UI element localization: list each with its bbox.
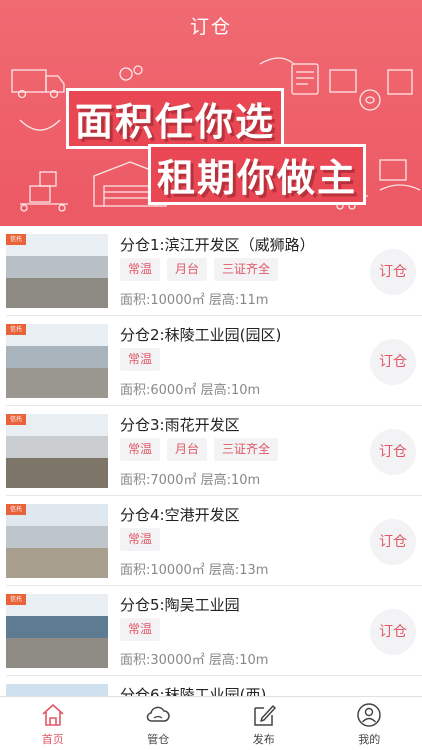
tab-publish[interactable]: 发布	[211, 697, 317, 750]
book-warehouse-button[interactable]: 订仓	[370, 519, 416, 565]
tag-badge: 常温	[120, 348, 161, 371]
tab-label: 首页	[41, 733, 64, 746]
tag-badge: 常温	[120, 258, 161, 281]
warehouse-item[interactable]: 信托 分仓4:空港开发区 常温 面积:10000㎡ 层高:13m 订仓	[6, 496, 422, 586]
bottom-tab-bar: 首页 管仓 发布 我的	[0, 696, 422, 750]
home-icon	[42, 704, 64, 726]
banner-slogan-line1: 面积任你选	[66, 88, 285, 149]
warehouse-item[interactable]: 信托 分仓5:陶吴工业园 常温 面积:30000㎡ 层高:10m 订仓	[6, 586, 422, 676]
user-icon	[357, 703, 381, 727]
photo-tag: 信托	[6, 504, 26, 515]
warehouse-photo: 信托	[6, 234, 108, 308]
book-warehouse-button[interactable]: 订仓	[370, 609, 416, 655]
tag-list: 常温	[120, 348, 161, 371]
tag-badge: 月台	[167, 438, 208, 461]
tag-badge: 三证齐全	[214, 438, 279, 461]
book-warehouse-button[interactable]: 订仓	[370, 429, 416, 475]
banner-slogan-line2: 租期你做主	[148, 144, 367, 205]
warehouse-spec: 面积:6000㎡ 层高:10m	[120, 383, 261, 398]
warehouse-photo	[6, 684, 108, 696]
warehouse-name: 分仓4:空港开发区	[120, 506, 240, 524]
tab-label: 发布	[252, 733, 275, 746]
warehouse-spec: 面积:10000㎡ 层高:11m	[120, 293, 269, 308]
photo-tag: 信托	[6, 324, 26, 335]
tag-badge: 月台	[167, 258, 208, 281]
tab-home[interactable]: 首页	[0, 697, 106, 750]
tag-badge: 常温	[120, 618, 161, 641]
tag-list: 常温	[120, 618, 161, 641]
tab-profile[interactable]: 我的	[317, 697, 422, 750]
photo-tag: 信托	[6, 414, 26, 425]
warehouse-list[interactable]: 信托 分仓1:滨江开发区（威狮路） 常温 月台 三证齐全 面积:10000㎡ 层…	[0, 226, 422, 696]
warehouse-item[interactable]: 信托 分仓2:秣陵工业园(园区) 常温 面积:6000㎡ 层高:10m 订仓	[6, 316, 422, 406]
photo-tag: 信托	[6, 234, 26, 245]
warehouse-spec: 面积:30000㎡ 层高:10m	[120, 653, 269, 668]
hero-banner: 订仓 面积任你选 租期你做主	[0, 0, 422, 226]
tab-label: 我的	[358, 733, 381, 746]
warehouse-name: 分仓3:雨花开发区	[120, 416, 240, 434]
warehouse-item[interactable]: 信托 分仓1:滨江开发区（威狮路） 常温 月台 三证齐全 面积:10000㎡ 层…	[6, 226, 422, 316]
tab-label: 管仓	[147, 733, 170, 746]
tag-list: 常温	[120, 528, 161, 551]
tag-list: 常温 月台 三证齐全	[120, 258, 279, 281]
warehouse-photo: 信托	[6, 324, 108, 398]
photo-tag: 信托	[6, 594, 26, 605]
warehouse-item[interactable]: 信托 分仓3:雨花开发区 常温 月台 三证齐全 面积:7000㎡ 层高:10m …	[6, 406, 422, 496]
warehouse-photo: 信托	[6, 504, 108, 578]
book-warehouse-button[interactable]: 订仓	[370, 249, 416, 295]
tag-badge: 三证齐全	[214, 258, 279, 281]
warehouse-spec: 面积:10000㎡ 层高:13m	[120, 563, 269, 578]
tag-badge: 常温	[120, 438, 161, 461]
page-title: 订仓	[189, 15, 232, 38]
warehouse-name: 分仓1:滨江开发区（威狮路）	[120, 236, 315, 254]
warehouse-spec: 面积:7000㎡ 层高:10m	[120, 473, 261, 488]
warehouse-item[interactable]: 分仓6:秣陵工业园(西)	[6, 676, 422, 696]
edit-icon	[254, 705, 276, 726]
tag-badge: 常温	[120, 528, 161, 551]
tag-list: 常温 月台 三证齐全	[120, 438, 279, 461]
warehouse-name: 分仓6:秣陵工业园(西)	[120, 686, 267, 696]
warehouse-name: 分仓5:陶吴工业园	[120, 596, 240, 614]
book-warehouse-button[interactable]: 订仓	[370, 339, 416, 385]
cloud-icon	[147, 706, 170, 722]
tab-manage[interactable]: 管仓	[106, 697, 212, 750]
warehouse-photo: 信托	[6, 414, 108, 488]
warehouse-name: 分仓2:秣陵工业园(园区)	[120, 326, 282, 344]
warehouse-photo: 信托	[6, 594, 108, 668]
